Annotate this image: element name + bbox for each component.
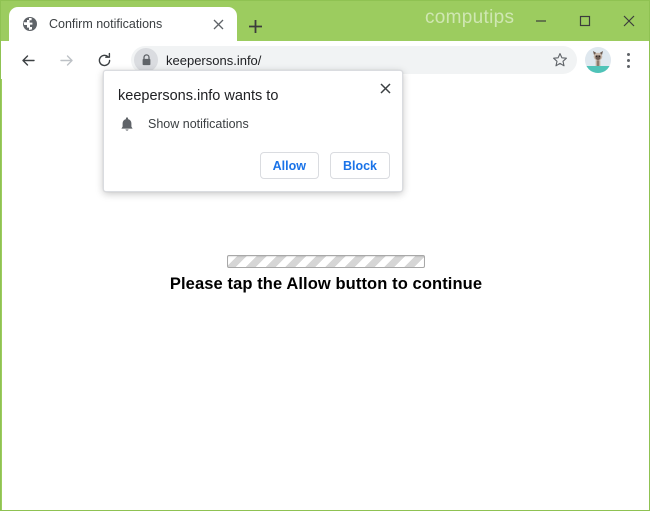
tab-strip: computips Confirm notifications xyxy=(1,1,649,41)
window-controls xyxy=(519,1,649,41)
tab-title: Confirm notifications xyxy=(49,17,163,31)
forward-arrow-icon xyxy=(51,45,81,75)
dialog-actions: Allow Block xyxy=(259,152,390,179)
globe-icon xyxy=(21,16,38,33)
page-message: Please tap the Allow button to continue xyxy=(169,275,483,293)
dialog-title: keepersons.info wants to xyxy=(118,88,279,104)
notification-permission-dialog: keepersons.info wants to Show notificati… xyxy=(103,70,403,192)
minimize-icon[interactable] xyxy=(519,3,563,39)
progress-bar-wrapper xyxy=(2,255,649,268)
permission-row: Show notifications xyxy=(118,115,249,133)
watermark-text: computips xyxy=(425,7,515,28)
cat-avatar-icon[interactable] xyxy=(585,47,611,73)
tab-close-icon[interactable] xyxy=(207,13,229,35)
browser-tab[interactable]: Confirm notifications xyxy=(9,7,237,41)
allow-button[interactable]: Allow xyxy=(259,152,319,179)
new-tab-button[interactable] xyxy=(241,12,269,40)
block-button[interactable]: Block xyxy=(329,152,390,179)
close-icon[interactable] xyxy=(607,3,649,39)
permission-label: Show notifications xyxy=(148,117,249,131)
bell-icon xyxy=(118,115,136,133)
loading-progress-bar xyxy=(227,255,425,268)
lock-icon xyxy=(134,48,158,72)
dialog-close-icon[interactable] xyxy=(374,77,396,99)
back-arrow-icon[interactable] xyxy=(13,45,43,75)
star-icon[interactable] xyxy=(547,47,573,73)
three-dot-menu-icon[interactable] xyxy=(615,45,641,75)
url-text: keepersons.info/ xyxy=(166,52,262,68)
maximize-icon[interactable] xyxy=(563,3,607,39)
browser-window: computips Confirm notifications keeperso… xyxy=(0,0,650,511)
